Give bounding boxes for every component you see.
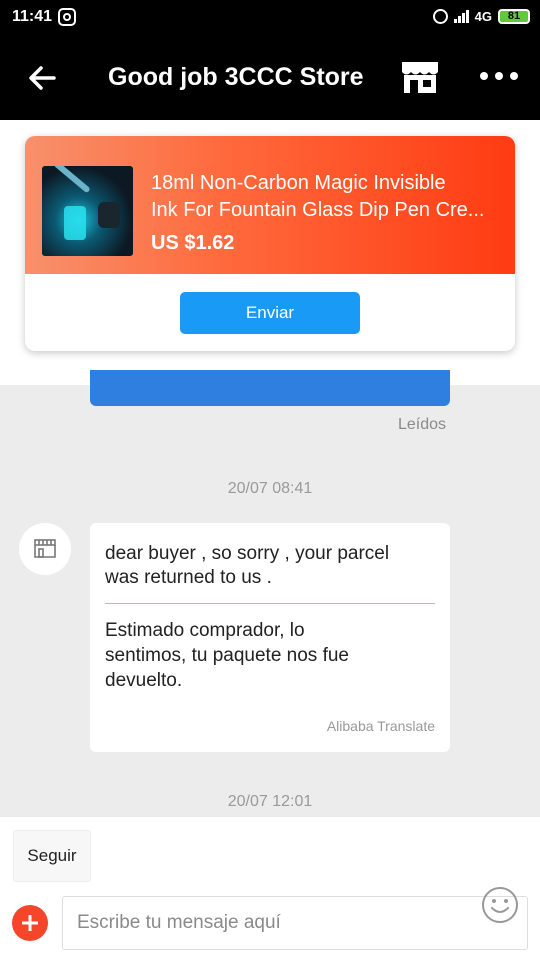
store-avatar[interactable] (19, 523, 71, 575)
back-arrow-icon[interactable] (26, 62, 58, 94)
status-bar: 11:41 4G 81 (0, 0, 540, 36)
more-icon[interactable] (480, 72, 518, 80)
received-message-bubble[interactable]: dear buyer , so sorry , your parcel was … (90, 523, 450, 752)
store-title: Good job 3CCC Store (108, 63, 364, 91)
emoji-icon[interactable] (481, 886, 519, 924)
translated-message: Estimado comprador, lo sentimos, tu paqu… (105, 618, 435, 693)
timestamp: 20/07 08:41 (227, 480, 313, 497)
status-time: 11:41 (12, 8, 53, 25)
battery-level: 81 (507, 10, 521, 22)
product-price: US $1.62 (151, 232, 235, 254)
send-product-button[interactable]: Enviar (180, 292, 360, 334)
read-status: Leídos (397, 416, 446, 433)
battery-icon: 81 (498, 9, 530, 24)
instagram-icon (58, 8, 76, 26)
timestamp: 20/07 12:01 (227, 793, 313, 810)
original-message: dear buyer , so sorry , your parcel was … (105, 542, 435, 590)
translation-divider (105, 603, 435, 604)
message-line: was returned to us . (105, 567, 272, 588)
plus-icon[interactable] (12, 905, 48, 941)
message-line: sentimos, tu paquete nos fue (105, 645, 349, 666)
translation-attribution: Alibaba Translate (326, 718, 435, 734)
sent-message-bubble[interactable] (90, 370, 450, 406)
message-line: dear buyer , so sorry , your parcel (105, 543, 390, 564)
product-title-line: Ink For Fountain Glass Dip Pen Cre... (151, 199, 485, 221)
product-card[interactable]: 18ml Non-Carbon Magic Invisible Ink For … (25, 136, 515, 351)
message-line: devuelto. (105, 670, 183, 691)
message-line: Estimado comprador, lo (105, 620, 305, 641)
follow-button[interactable]: Seguir (13, 830, 91, 882)
product-title[interactable]: 18ml Non-Carbon Magic Invisible Ink For … (151, 170, 496, 224)
pen-shape (53, 166, 91, 194)
message-input-wrapper[interactable] (62, 896, 528, 950)
chat-header: Good job 3CCC Store (0, 44, 540, 114)
network-label: 4G (474, 9, 492, 24)
signal-icon (453, 10, 469, 23)
status-right: 4G 81 (432, 9, 530, 24)
product-title-line: 18ml Non-Carbon Magic Invisible (151, 172, 446, 194)
store-icon[interactable] (400, 60, 440, 94)
product-thumbnail[interactable] (42, 166, 133, 256)
composer-area: Seguir (0, 817, 540, 960)
alarm-icon (432, 9, 448, 24)
bottle-cap-shape (98, 202, 120, 228)
top-bar: 11:41 4G 81 Good job 3CCC Store (0, 0, 540, 120)
message-input[interactable] (77, 897, 467, 949)
ink-bottle-shape (64, 206, 86, 240)
product-card-header[interactable]: 18ml Non-Carbon Magic Invisible Ink For … (25, 136, 515, 274)
